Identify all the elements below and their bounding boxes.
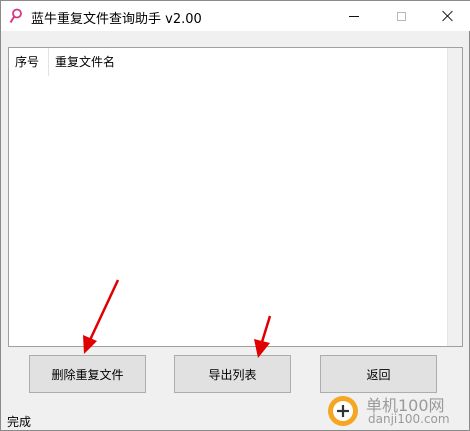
back-button[interactable]: 返回 (320, 355, 437, 393)
magnifier-icon (9, 8, 22, 24)
watermark: 单机100网 danji100.com (318, 390, 470, 431)
duplicate-file-list[interactable]: 序号 重复文件名 (8, 47, 463, 347)
delete-duplicates-button[interactable]: 删除重复文件 (29, 355, 146, 393)
watermark-text-bottom: danji100.com (368, 412, 450, 426)
minimize-button[interactable] (331, 1, 377, 31)
app-window: 蓝牛重复文件查询助手 v2.00 序号 重复文件名 删除重复文件 导出列表 返回… (0, 0, 470, 431)
export-list-button[interactable]: 导出列表 (174, 355, 291, 393)
maximize-icon (396, 11, 406, 21)
watermark-logo-icon (328, 396, 358, 426)
close-button[interactable] (425, 1, 470, 31)
maximize-button[interactable] (378, 1, 424, 31)
column-header-index[interactable]: 序号 (9, 48, 49, 76)
vertical-scrollbar[interactable] (447, 48, 462, 346)
window-title: 蓝牛重复文件查询助手 v2.00 (31, 12, 202, 27)
minimize-icon (349, 15, 359, 17)
column-header-filename[interactable]: 重复文件名 (49, 48, 450, 76)
close-icon (442, 10, 454, 22)
title-bar[interactable]: 蓝牛重复文件查询助手 v2.00 (1, 1, 470, 31)
list-header: 序号 重复文件名 (9, 48, 450, 76)
status-text: 完成 (7, 415, 32, 429)
